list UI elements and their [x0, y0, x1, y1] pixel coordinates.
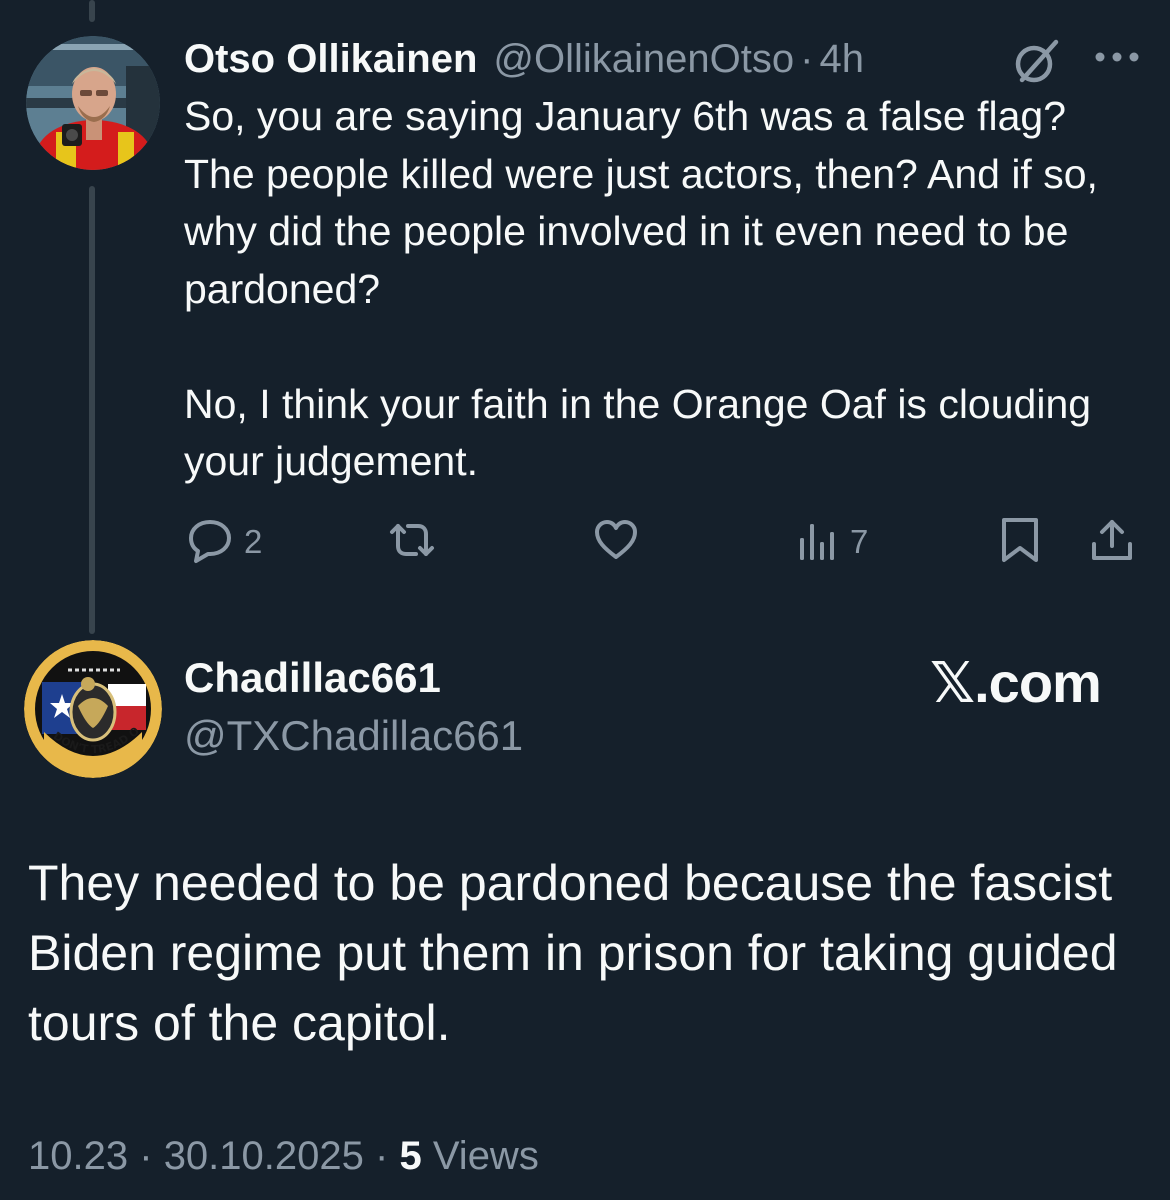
grok-slash-icon[interactable] [1012, 36, 1062, 86]
reply-author-avatar[interactable] [26, 36, 160, 170]
reply-author-handle[interactable]: @OllikainenOtso [493, 37, 794, 82]
ellipsis-icon[interactable] [1092, 48, 1142, 66]
post-views-count: 5 [399, 1134, 422, 1178]
main-author-avatar[interactable]: DON'T TREAD ON ME [24, 640, 162, 778]
reply-header: Otso Ollikainen @OllikainenOtso · 4h [184, 32, 864, 86]
post-meta: 10.23 · 30.10.2025 · 5 Views [28, 1134, 539, 1179]
main-author-name[interactable]: Chadillac661 [184, 654, 441, 702]
thread-line-top [89, 0, 95, 22]
reply-button[interactable]: 2 [186, 516, 262, 568]
header-separator: · [800, 36, 814, 81]
repost-arrows-icon [386, 516, 438, 569]
share-button[interactable] [1088, 516, 1136, 568]
reply-count: 2 [244, 523, 263, 560]
post-views-label: Views [432, 1134, 539, 1178]
thread-line [89, 186, 95, 634]
bookmark-button[interactable] [998, 516, 1042, 568]
like-button[interactable] [592, 516, 650, 568]
main-author-handle[interactable]: @TXChadillac661 [184, 712, 523, 760]
reply-text: So, you are saying January 6th was a fal… [184, 93, 1098, 484]
views-button[interactable]: 7 [796, 516, 868, 568]
x-com-watermark: 𝕏.com [930, 651, 1102, 714]
reply-author-name[interactable]: Otso Ollikainen [184, 37, 477, 82]
main-post-text: They needed to be pardoned because the f… [28, 855, 1118, 1051]
post-date[interactable]: 30.10.2025 [164, 1134, 364, 1178]
bookmark-icon [998, 516, 1042, 569]
reply-timestamp[interactable]: 4h [819, 37, 864, 82]
repost-button[interactable] [386, 516, 448, 568]
post-time[interactable]: 10.23 [28, 1134, 128, 1178]
share-upload-icon [1088, 516, 1136, 569]
heart-icon [592, 516, 640, 569]
speech-bubble-icon [186, 516, 234, 569]
bar-chart-icon [796, 516, 840, 569]
meta-separator: · [139, 1134, 153, 1178]
meta-separator-2: · [375, 1134, 389, 1178]
views-count: 7 [850, 523, 869, 560]
